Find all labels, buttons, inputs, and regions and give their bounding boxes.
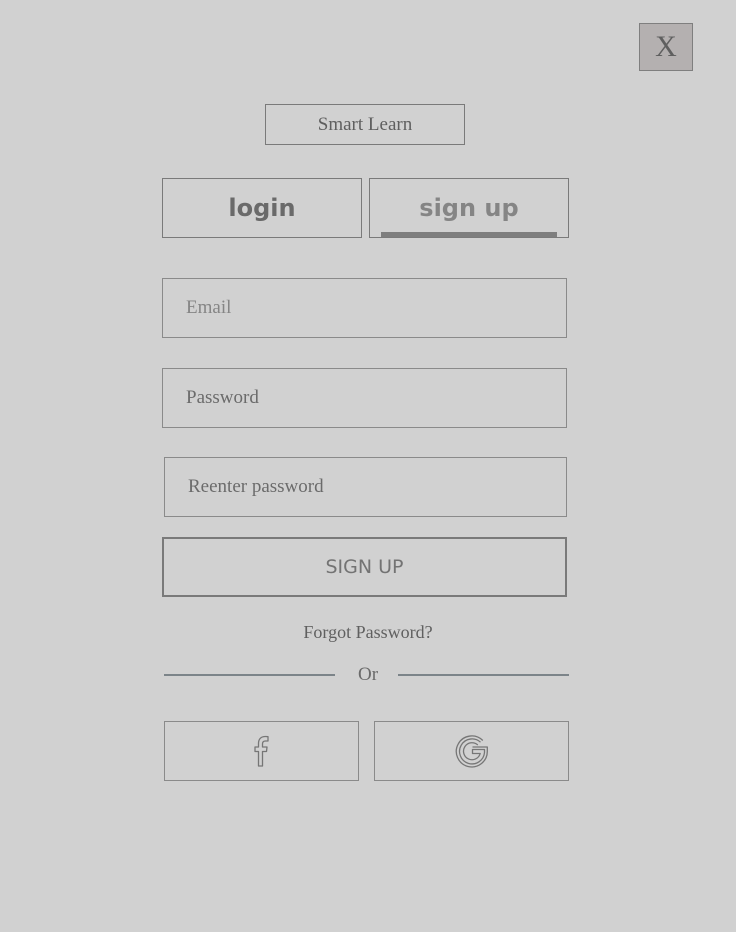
password-placeholder: Password bbox=[186, 387, 259, 408]
divider-line-left bbox=[164, 674, 335, 676]
facebook-login-button[interactable] bbox=[164, 721, 359, 781]
sign-up-button[interactable]: SIGN UP bbox=[162, 537, 567, 597]
close-label: X bbox=[655, 30, 677, 63]
active-tab-indicator bbox=[381, 232, 557, 237]
email-field[interactable]: Email bbox=[162, 278, 567, 338]
tab-login[interactable]: login bbox=[162, 178, 362, 238]
email-placeholder: Email bbox=[186, 297, 232, 318]
google-icon bbox=[455, 735, 488, 768]
divider-label: Or bbox=[357, 664, 379, 685]
tab-signup[interactable]: sign up bbox=[369, 178, 569, 238]
forgot-password-label: Forgot Password? bbox=[303, 621, 433, 642]
divider-line-right bbox=[398, 674, 569, 676]
reenter-password-placeholder: Reenter password bbox=[188, 476, 324, 497]
tab-login-label: login bbox=[228, 194, 296, 222]
app-title: Smart Learn bbox=[265, 104, 465, 145]
close-button[interactable]: X bbox=[639, 23, 693, 71]
sign-up-button-label: SIGN UP bbox=[325, 556, 404, 578]
facebook-icon bbox=[253, 735, 269, 767]
tab-signup-label: sign up bbox=[419, 194, 519, 222]
forgot-password-link[interactable]: Forgot Password? bbox=[162, 619, 574, 645]
reenter-password-field[interactable]: Reenter password bbox=[164, 457, 567, 517]
google-login-button[interactable] bbox=[374, 721, 569, 781]
app-title-text: Smart Learn bbox=[317, 113, 413, 135]
password-field[interactable]: Password bbox=[162, 368, 567, 428]
